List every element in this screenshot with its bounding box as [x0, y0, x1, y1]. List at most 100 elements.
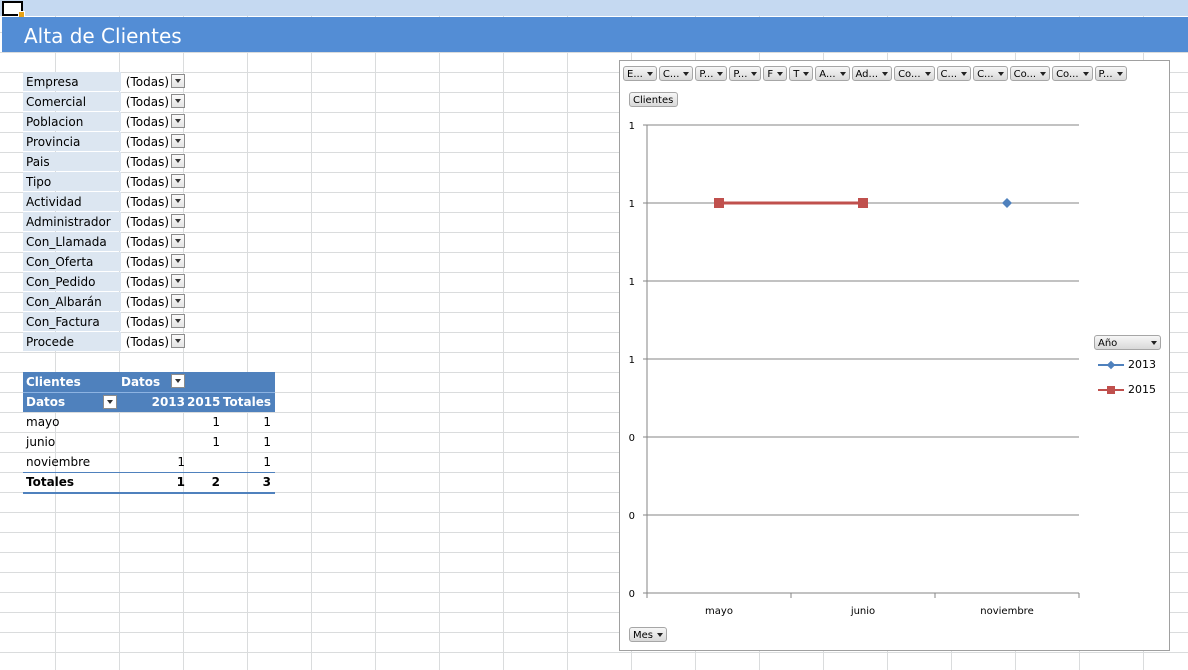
- filter-dropdown-button[interactable]: [171, 94, 185, 108]
- filter-label: Actividad: [23, 192, 121, 211]
- chart-field-button[interactable]: A...: [815, 66, 850, 81]
- chart-field-button[interactable]: Co...: [1052, 66, 1093, 81]
- values-field-button[interactable]: Clientes: [629, 92, 679, 107]
- filter-label: Empresa: [23, 72, 121, 91]
- filter-value: (Todas): [125, 295, 169, 309]
- filter-row-con_factura: Con_Factura (Todas): [23, 312, 187, 332]
- legend-entry-2013: 2013: [1098, 358, 1162, 372]
- chart-field-button[interactable]: Co...: [894, 66, 935, 81]
- total-2015: 2: [211, 475, 220, 489]
- total-2013: 1: [176, 475, 185, 489]
- row-label: noviembre: [26, 455, 91, 469]
- chart-field-button[interactable]: P...: [695, 66, 728, 81]
- filter-value: (Todas): [125, 155, 169, 169]
- chart-field-button[interactable]: F: [763, 66, 788, 81]
- filter-label: Comercial: [23, 92, 121, 111]
- chart-field-button[interactable]: T: [789, 66, 814, 81]
- filter-value: (Todas): [125, 95, 169, 109]
- pivot-header-row-2: Datos 2013 2015 Totales: [23, 392, 275, 412]
- filter-label: Procede: [23, 332, 121, 351]
- filter-dropdown-button[interactable]: [171, 194, 185, 208]
- y-tick-label: 1: [629, 121, 635, 132]
- filter-dropdown-button[interactable]: [171, 114, 185, 128]
- filter-value: (Todas): [125, 195, 169, 209]
- pivot-totals-row[interactable]: Totales 1 2 3: [23, 472, 275, 494]
- chart-field-button[interactable]: C...: [936, 66, 972, 81]
- filter-dropdown-button[interactable]: [171, 274, 185, 288]
- data-point-2015: [858, 198, 868, 208]
- x-tick-label: noviembre: [980, 606, 1033, 617]
- totals-label: Totales: [26, 475, 75, 489]
- filter-row-comercial: Comercial (Todas): [23, 92, 187, 112]
- chart-field-button[interactable]: C...: [658, 66, 694, 81]
- filter-dropdown-button[interactable]: [171, 74, 185, 88]
- filter-row-provincia: Provincia (Todas): [23, 132, 187, 152]
- filter-row-pais: Pais (Todas): [23, 152, 187, 172]
- filter-dropdown-button[interactable]: [171, 314, 185, 328]
- grand-total: 3: [262, 475, 271, 489]
- legend-field-button[interactable]: Año: [1094, 335, 1161, 350]
- legend-entry-2015: 2015: [1098, 383, 1162, 397]
- filter-label: Pais: [23, 152, 121, 171]
- filter-dropdown-button[interactable]: [171, 134, 185, 148]
- legend-marker: [1107, 386, 1115, 394]
- chart-plot-area: 0 0 0 1 1 1 1 mayo junio noviembre: [629, 121, 1080, 617]
- filter-value: (Todas): [125, 75, 169, 89]
- pivot-chart[interactable]: 0 0 0 1 1 1 1 mayo junio noviembre E... C... P... P.…: [619, 60, 1170, 651]
- filter-label: Provincia: [23, 132, 121, 151]
- filter-row-poblacion: Poblacion (Todas): [23, 112, 187, 132]
- filter-label: Con_Albarán: [23, 292, 121, 311]
- filter-label: Poblacion: [23, 112, 121, 131]
- cell-2013: 1: [177, 455, 185, 469]
- filter-row-con_pedido: Con_Pedido (Todas): [23, 272, 187, 292]
- filter-value: (Todas): [125, 175, 169, 189]
- filter-label: Con_Oferta: [23, 252, 121, 271]
- chart-field-button[interactable]: C...: [973, 66, 1008, 81]
- pivot-header-row-1: Clientes Datos: [23, 372, 275, 392]
- chart-field-button[interactable]: E...: [623, 66, 657, 81]
- columns-filter-dropdown[interactable]: [171, 374, 185, 388]
- cell-2015: 1: [212, 435, 220, 449]
- filter-value: (Todas): [125, 315, 169, 329]
- filter-label: Con_Pedido: [23, 272, 121, 291]
- cell-total: 1: [263, 455, 271, 469]
- pivot-table: Clientes Datos Datos 2013 2015 Totales m…: [23, 372, 275, 494]
- filter-dropdown-button[interactable]: [171, 294, 185, 308]
- column-header-strip: [0, 0, 1188, 16]
- cell-2015: [187, 452, 220, 472]
- y-tick-label: 1: [629, 355, 635, 366]
- cell-total: 1: [263, 415, 271, 429]
- selected-cell[interactable]: [2, 1, 25, 18]
- chart-field-button[interactable]: Co...: [1009, 66, 1051, 81]
- rows-filter-dropdown[interactable]: [103, 395, 117, 409]
- filter-dropdown-button[interactable]: [171, 174, 185, 188]
- table-row[interactable]: junio 1 1: [23, 432, 275, 452]
- y-tick-label: 0: [629, 511, 635, 522]
- data-point-2015: [714, 198, 724, 208]
- filter-dropdown-button[interactable]: [171, 154, 185, 168]
- table-row[interactable]: mayo 1 1: [23, 412, 275, 432]
- axis-field-button[interactable]: Mes: [629, 627, 667, 642]
- filter-value: (Todas): [125, 215, 169, 229]
- chart-field-button[interactable]: Ad...: [851, 66, 893, 81]
- row-label: junio: [26, 435, 56, 449]
- filter-dropdown-button[interactable]: [171, 254, 185, 268]
- filter-dropdown-button[interactable]: [171, 214, 185, 228]
- filter-dropdown-button[interactable]: [171, 234, 185, 248]
- filter-row-procede: Procede (Todas): [23, 332, 187, 352]
- chart-field-button[interactable]: P...: [1094, 66, 1127, 81]
- filter-dropdown-button[interactable]: [171, 334, 185, 348]
- sheet-title: Alta de Clientes: [24, 24, 182, 48]
- filter-row-con_oferta: Con_Oferta (Todas): [23, 252, 187, 272]
- table-row[interactable]: noviembre 1 1: [23, 452, 275, 472]
- cell-2013: [143, 412, 185, 432]
- chart-field-button[interactable]: P...: [729, 66, 762, 81]
- filter-label: Administrador: [23, 212, 121, 231]
- legend-label: 2013: [1128, 358, 1156, 371]
- filter-row-actividad: Actividad (Todas): [23, 192, 187, 212]
- filter-value: (Todas): [125, 275, 169, 289]
- filter-value: (Todas): [125, 335, 169, 349]
- filter-label: Con_Factura: [23, 312, 121, 331]
- row-label: mayo: [26, 415, 60, 429]
- pivot-values-label: Clientes: [26, 375, 81, 389]
